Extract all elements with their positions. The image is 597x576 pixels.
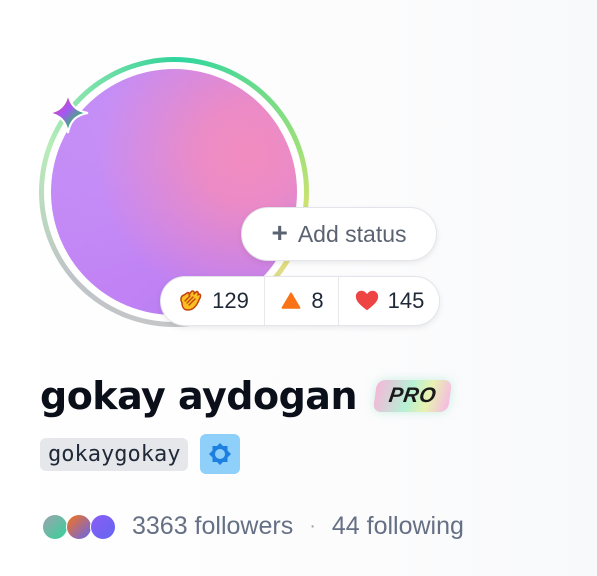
reaction-count: 8 [311, 288, 324, 313]
reaction-count: 145 [387, 288, 425, 313]
reactions-bar: 129 8 145 [160, 276, 440, 326]
name-row: gokay aydogan PRO [40, 374, 453, 418]
sparkle-icon [47, 92, 89, 134]
follower-avatar [42, 513, 68, 540]
profile-page: + Add status 129 8 145 gokay aydogan PRO [0, 0, 597, 576]
username-row: gokaygokay [40, 434, 241, 474]
follower-avatars[interactable] [42, 513, 120, 540]
follow-stats: 3363 followers · 44 following [42, 512, 464, 541]
verified-icon [209, 443, 232, 465]
heart-icon [355, 290, 378, 311]
reaction-clap[interactable]: 129 [161, 277, 265, 325]
follower-avatar [66, 513, 92, 540]
follower-avatar [90, 513, 116, 540]
plus-icon: + [271, 216, 288, 248]
reaction-heart[interactable]: 145 [339, 277, 439, 325]
separator: · [309, 515, 316, 537]
display-name: gokay aydogan [40, 374, 358, 418]
triangle-icon [281, 292, 301, 309]
following-link[interactable]: 44 following [332, 512, 464, 541]
verified-badge[interactable] [200, 434, 241, 474]
pro-badge[interactable]: PRO [372, 380, 453, 412]
add-status-label: Add status [297, 220, 407, 247]
clap-icon [180, 290, 202, 311]
reaction-count: 129 [212, 288, 249, 313]
reaction-triangle[interactable]: 8 [265, 277, 339, 325]
username: gokaygokay [40, 437, 189, 471]
add-status-button[interactable]: + Add status [241, 207, 437, 261]
followers-link[interactable]: 3363 followers [132, 512, 293, 541]
